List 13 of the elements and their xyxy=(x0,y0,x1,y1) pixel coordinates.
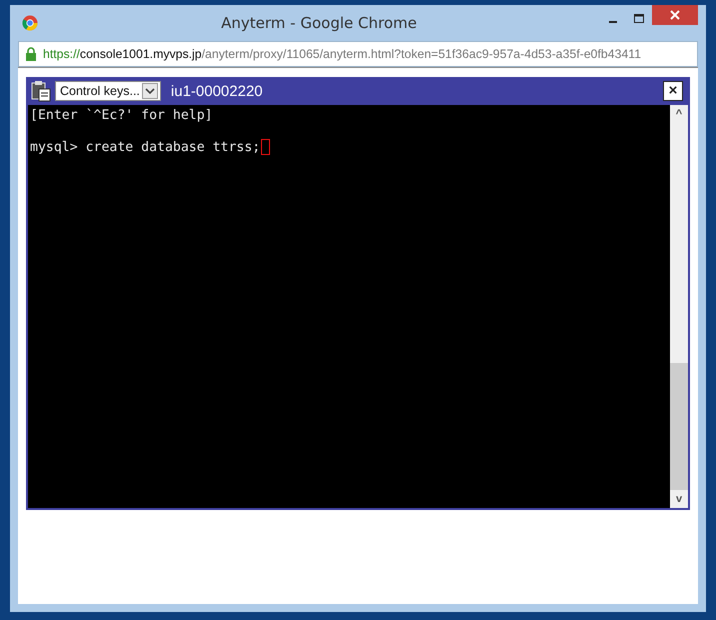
terminal-line: [Enter `^Ec?' for help] xyxy=(30,108,213,122)
browser-logo-icon xyxy=(22,15,38,31)
terminal-close-button[interactable]: × xyxy=(663,81,683,101)
control-keys-dropdown[interactable]: Control keys... xyxy=(55,81,161,101)
terminal-host-name: iu1-00002220 xyxy=(170,82,264,100)
scrollbar-thumb[interactable] xyxy=(670,363,688,490)
clipboard-icon[interactable] xyxy=(31,80,51,102)
close-icon[interactable] xyxy=(652,5,698,25)
terminal-line: mysql> create database ttrss; xyxy=(30,140,260,154)
window-title: Anyterm - Google Chrome xyxy=(220,14,418,32)
address-bar[interactable]: https://console1001.myvps.jp/anyterm/proxy/11065/anyterm.html?token=51f36ac9-957a-4d53-a35f-e0fb43411 xyxy=(18,41,698,67)
lock-icon xyxy=(25,47,37,61)
url-text: https://console1001.myvps.jp/anyterm/proxy/11065/anyterm.html?token=51f36ac9-957a-4d53-a35f-e0fb43411 xyxy=(43,47,642,61)
